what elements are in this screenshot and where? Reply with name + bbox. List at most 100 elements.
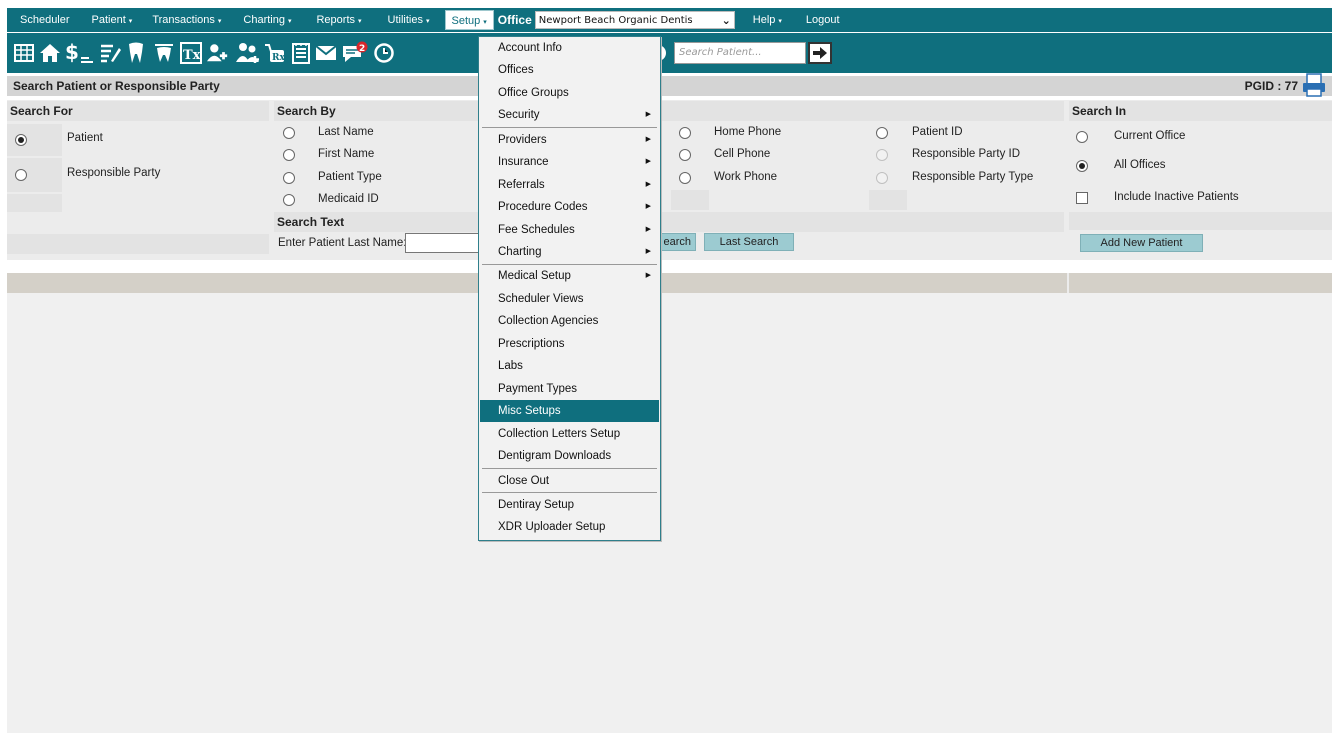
search-by-medicaid-radio[interactable] xyxy=(283,194,295,206)
chevron-right-icon: ▶ xyxy=(645,111,651,118)
search-by-patient-type-radio[interactable] xyxy=(283,172,295,184)
menu-item-collection-agencies[interactable]: Collection Agencies xyxy=(480,310,659,332)
svg-text:Rx: Rx xyxy=(272,53,285,63)
chevron-right-icon: ▶ xyxy=(645,248,651,255)
toolbar: $ Tx Rx 2 Search Patient... xyxy=(7,33,1332,73)
chevron-right-icon: ▶ xyxy=(645,272,651,279)
search-for-patient-label: Patient xyxy=(67,132,103,144)
include-inactive-label: Include Inactive Patients xyxy=(1114,191,1239,203)
menu-item-offices[interactable]: Offices xyxy=(480,59,659,81)
chevron-down-icon: ⌄ xyxy=(721,14,731,27)
search-in-current-office-label: Current Office xyxy=(1114,130,1186,142)
menu-item-close-out[interactable]: Close Out xyxy=(480,470,659,492)
search-by-patient-id-radio[interactable] xyxy=(876,127,888,139)
add-new-patient-button[interactable]: Add New Patient xyxy=(1080,234,1203,252)
calendar-grid-icon[interactable] xyxy=(13,41,35,65)
print-icon[interactable] xyxy=(1302,73,1326,100)
menu-item-prescriptions[interactable]: Prescriptions xyxy=(480,333,659,355)
ledger-icon[interactable] xyxy=(290,41,312,65)
add-patient-icon[interactable] xyxy=(207,41,229,65)
notes-icon[interactable] xyxy=(99,41,121,65)
chevron-right-icon: ▶ xyxy=(645,181,651,188)
search-by-cell-phone-label: Cell Phone xyxy=(714,148,771,160)
search-by-rp-type-label: Responsible Party Type xyxy=(912,171,1034,183)
home-icon[interactable] xyxy=(39,41,61,65)
menu-item-collection-letters-setup[interactable]: Collection Letters Setup xyxy=(480,423,659,445)
menu-help[interactable]: Help ▾ xyxy=(753,10,782,30)
search-for-heading: Search For xyxy=(7,101,269,121)
page-title: Search Patient or Responsible Party xyxy=(13,79,220,93)
search-go-button[interactable] xyxy=(808,42,832,64)
menu-item-account-info[interactable]: Account Info xyxy=(480,37,659,59)
search-by-home-phone-label: Home Phone xyxy=(714,126,782,138)
clock-icon[interactable] xyxy=(373,41,395,65)
search-by-first-name-radio[interactable] xyxy=(283,149,295,161)
mail-icon[interactable] xyxy=(315,41,337,65)
search-by-patient-type-label: Patient Type xyxy=(318,171,382,183)
menu-item-procedure-codes[interactable]: Procedure Codes ▶ xyxy=(480,196,659,218)
menu-item-scheduler-views[interactable]: Scheduler Views xyxy=(480,288,659,310)
search-by-home-phone-radio[interactable] xyxy=(679,127,691,139)
tooth-chart-icon[interactable] xyxy=(153,41,175,65)
chevron-right-icon: ▶ xyxy=(645,203,651,210)
search-for-responsible-radio[interactable] xyxy=(15,169,27,181)
search-by-work-phone-label: Work Phone xyxy=(714,171,778,183)
menu-item-charting[interactable]: Charting ▶ xyxy=(480,241,659,263)
menu-item-xdr-uploader-setup[interactable]: XDR Uploader Setup xyxy=(480,516,659,538)
menu-item-referrals[interactable]: Referrals ▶ xyxy=(480,174,659,196)
menu-bar: Scheduler Patient ▾ Transactions ▾ Chartin… xyxy=(7,8,1332,32)
menu-item-medical-setup[interactable]: Medical Setup ▶ xyxy=(480,265,659,287)
menu-divider xyxy=(482,492,657,493)
menu-item-dentigram-downloads[interactable]: Dentigram Downloads xyxy=(480,445,659,467)
chevron-down-icon: ▾ xyxy=(483,19,487,26)
menu-logout[interactable]: Logout xyxy=(806,10,840,30)
search-by-work-phone-radio[interactable] xyxy=(679,172,691,184)
menu-item-payment-types[interactable]: Payment Types xyxy=(480,378,659,400)
menu-item-insurance[interactable]: Insurance ▶ xyxy=(480,151,659,173)
chevron-right-icon: ▶ xyxy=(645,158,651,165)
last-search-button[interactable]: Last Search xyxy=(704,233,794,251)
search-by-last-name-radio[interactable] xyxy=(283,127,295,139)
chevron-down-icon: ▾ xyxy=(287,18,292,25)
search-patient-input[interactable]: Search Patient... xyxy=(674,42,806,64)
results-column-separator xyxy=(1067,273,1069,293)
menu-utilities[interactable]: Utilities ▾ xyxy=(388,10,430,30)
include-inactive-checkbox[interactable] xyxy=(1076,192,1088,204)
menu-item-security[interactable]: Security ▶ xyxy=(480,104,659,126)
search-by-rp-id-radio[interactable] xyxy=(876,149,888,161)
menu-scheduler[interactable]: Scheduler xyxy=(20,10,70,30)
menu-item-dentiray-setup[interactable]: Dentiray Setup xyxy=(480,494,659,516)
search-by-medicaid-label: Medicaid ID xyxy=(318,193,379,205)
search-by-heading: Search By xyxy=(274,101,1064,121)
last-name-input[interactable] xyxy=(405,233,480,253)
menu-item-misc-setups[interactable]: Misc Setups xyxy=(480,400,659,422)
menu-reports[interactable]: Reports ▾ xyxy=(316,10,361,30)
search-in-all-offices-radio[interactable] xyxy=(1076,160,1088,172)
setup-dropdown-menu: Account Info Offices Office Groups Secur… xyxy=(478,36,661,541)
family-icon[interactable] xyxy=(235,41,261,65)
treatment-icon[interactable]: Tx xyxy=(180,41,202,65)
search-by-cell-phone-radio[interactable] xyxy=(679,149,691,161)
menu-charting[interactable]: Charting ▾ xyxy=(243,10,291,30)
search-by-rp-type-radio[interactable] xyxy=(876,172,888,184)
tooth-icon[interactable] xyxy=(125,41,147,65)
search-in-current-office-radio[interactable] xyxy=(1076,131,1088,143)
menu-item-labs[interactable]: Labs xyxy=(480,355,659,377)
office-select[interactable]: Newport Beach Organic Dentis ⌄ xyxy=(534,11,735,29)
menu-setup[interactable]: Setup ▾ xyxy=(444,10,494,30)
search-for-responsible-label: Responsible Party xyxy=(67,167,161,179)
chevron-down-icon: ▾ xyxy=(425,18,430,25)
messages-icon[interactable]: 2 xyxy=(341,41,369,65)
app-window: Scheduler Patient ▾ Transactions ▾ Chartin… xyxy=(0,0,1339,736)
search-for-patient-radio[interactable] xyxy=(15,134,27,146)
dollar-icon[interactable]: $ xyxy=(65,41,95,65)
menu-item-providers[interactable]: Providers ▶ xyxy=(480,129,659,151)
search-text-heading: Search Text xyxy=(274,212,1064,232)
menu-patient[interactable]: Patient ▾ xyxy=(92,10,133,30)
menu-transactions[interactable]: Transactions ▾ xyxy=(152,10,221,30)
chevron-right-icon: ▶ xyxy=(645,136,651,143)
menu-item-fee-schedules[interactable]: Fee Schedules ▶ xyxy=(480,219,659,241)
prescription-icon[interactable]: Rx xyxy=(264,41,286,65)
arrow-right-icon xyxy=(813,47,827,59)
menu-item-office-groups[interactable]: Office Groups xyxy=(480,82,659,104)
